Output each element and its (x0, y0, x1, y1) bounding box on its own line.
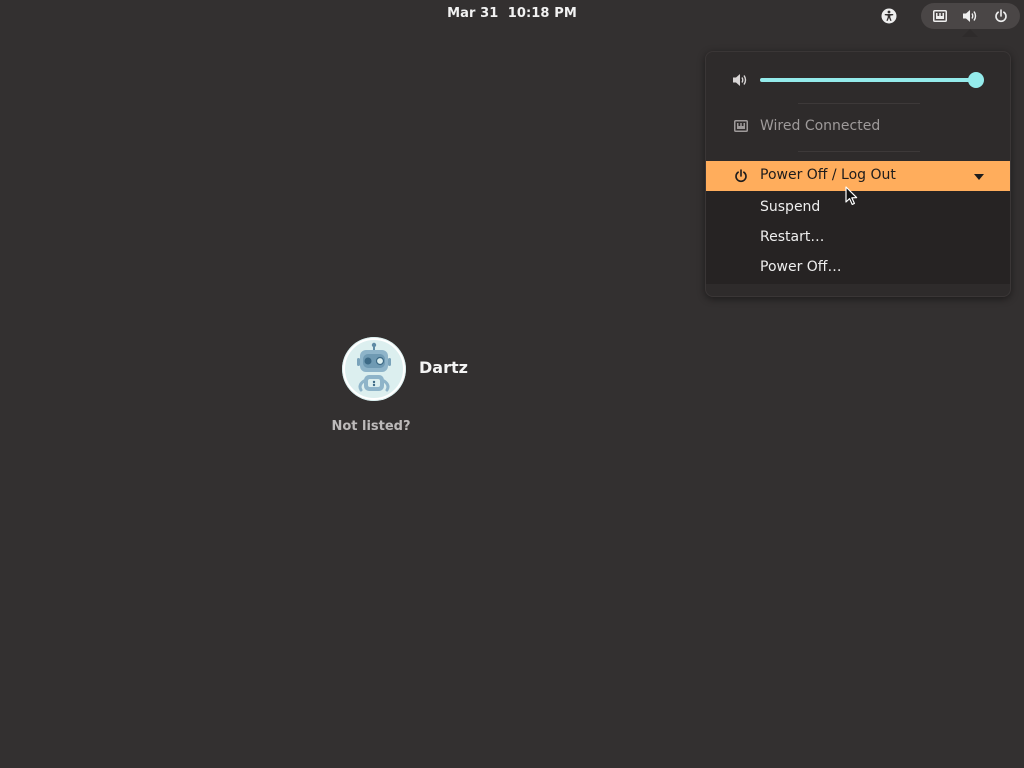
chevron-down-icon (974, 174, 984, 180)
volume-icon (960, 6, 980, 26)
power-icon (991, 6, 1011, 26)
clock[interactable]: Mar 31 10:18 PM (440, 6, 584, 21)
power-off-menu-item[interactable]: Power Off… (760, 259, 841, 275)
not-listed-button[interactable]: Not listed? (330, 419, 412, 434)
system-menu: Wired Connected Power Off / Log Out Susp… (705, 51, 1011, 297)
user-name[interactable]: Dartz (419, 358, 468, 377)
robot-avatar (342, 337, 406, 401)
mouse-cursor-icon (845, 186, 858, 205)
accessibility-icon (881, 8, 897, 24)
volume-row (706, 65, 1012, 95)
power-menu-label: Power Off / Log Out (760, 167, 896, 183)
volume-slider-knob[interactable] (968, 72, 984, 88)
separator (798, 151, 920, 152)
system-status-area[interactable] (921, 3, 1020, 29)
power-icon (735, 169, 747, 183)
avatar[interactable] (342, 337, 406, 401)
accessibility-button[interactable] (878, 5, 900, 27)
login-screen: Mar 31 10:18 PM Wired Connected Power Of… (0, 0, 1024, 768)
network-wired-icon (930, 6, 950, 26)
network-status-label: Wired Connected (760, 118, 881, 134)
network-item[interactable]: Wired Connected (706, 114, 1012, 140)
volume-slider-fill (760, 78, 976, 82)
top-bar: Mar 31 10:18 PM (0, 0, 1024, 32)
restart-menu-item[interactable]: Restart… (760, 229, 824, 245)
volume-icon (733, 74, 747, 86)
volume-slider[interactable] (760, 78, 976, 82)
suspend-menu-item[interactable]: Suspend (760, 199, 820, 215)
popup-arrow (962, 29, 978, 37)
network-wired-icon (734, 120, 748, 132)
separator (798, 103, 920, 104)
